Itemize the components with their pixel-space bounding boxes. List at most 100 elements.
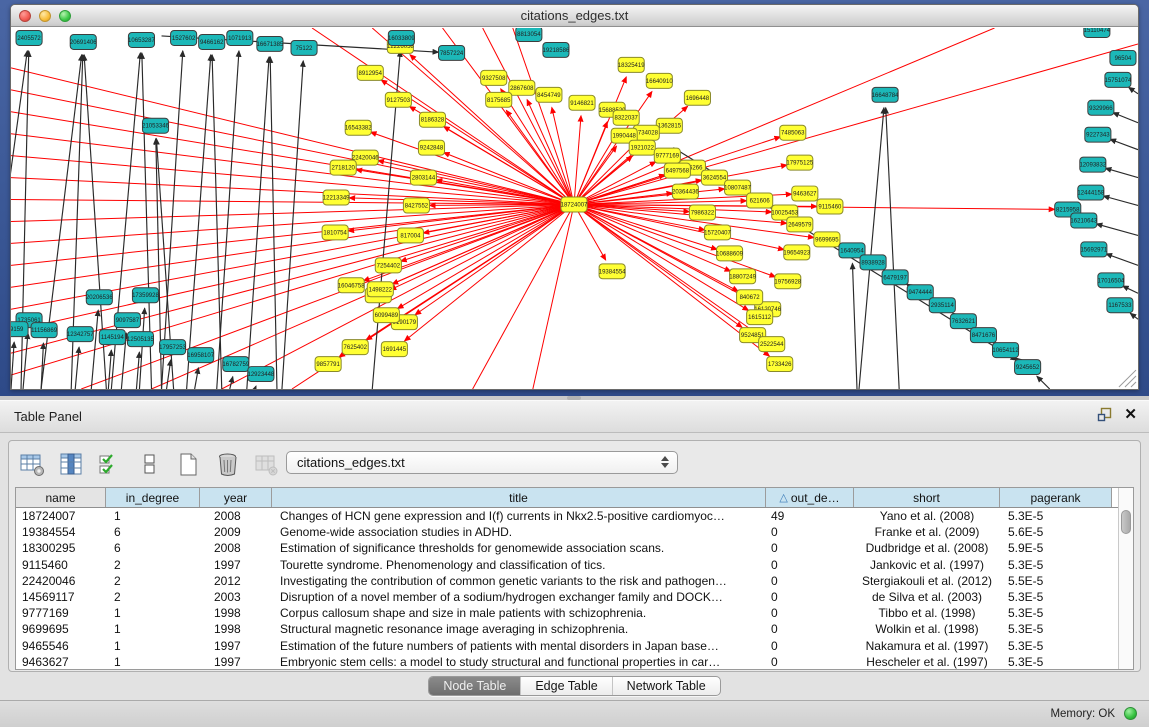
- table-row[interactable]: 946362711997Embryonic stem cells: a mode…: [16, 654, 1133, 670]
- graph-edge: [23, 333, 28, 389]
- column-header-label: year: [224, 491, 247, 505]
- graph-node-label: 1167533: [1108, 303, 1132, 309]
- table-header-row: name in_degree year title△out_de… short pager…: [16, 488, 1133, 508]
- network-view-window: citations_edges.txt 18724007122260588912…: [10, 4, 1139, 390]
- minimize-window-button[interactable]: [39, 10, 51, 22]
- graph-node-label: 1696448: [686, 96, 710, 102]
- resize-grip-icon[interactable]: [1131, 382, 1136, 387]
- dropdown-arrows-icon: [661, 456, 669, 468]
- row-options-icon[interactable]: [136, 451, 162, 477]
- graph-node-label: 8175685: [487, 98, 511, 104]
- graph-node-label: 7254402: [377, 263, 401, 269]
- memory-status-label: Memory: OK: [1050, 708, 1115, 720]
- column-header-indegree[interactable]: in_degree: [106, 488, 200, 507]
- graph-edge: [1123, 286, 1138, 293]
- graph-node-label: 1691445: [383, 347, 407, 353]
- graph-node-label: 16958107: [187, 353, 214, 359]
- table-row[interactable]: 1830029562008Estimation of significance …: [16, 540, 1133, 556]
- table-panel-body: f(x) citations_edges.txt namein_degreeye…: [0, 433, 1149, 700]
- column-header-label: short: [913, 491, 940, 505]
- table-cell-outde: 0: [766, 589, 854, 605]
- column-visibility-icon[interactable]: [58, 451, 84, 477]
- table-cell-pagerank: 5.5E-5: [1000, 573, 1112, 589]
- tab-edge-table[interactable]: Edge Table: [520, 677, 611, 695]
- table-cell-short: Jankovic et al. (1997): [854, 557, 1000, 573]
- graph-node-label: 7485063: [781, 131, 805, 137]
- table-cell-pagerank: 5.9E-5: [1000, 540, 1112, 556]
- graph-node-label: 1615112: [748, 315, 772, 321]
- table-cell-outde: 0: [766, 654, 854, 670]
- window-titlebar[interactable]: citations_edges.txt: [11, 5, 1138, 27]
- table-selector-dropdown[interactable]: citations_edges.txt: [286, 451, 678, 474]
- table-cell-name: 18724007: [16, 508, 106, 524]
- table-row[interactable]: 911546021997Tourette syndrome. Phenomeno…: [16, 557, 1133, 573]
- table-cell-indegree: 1: [106, 638, 200, 654]
- graph-node-label: 1362815: [658, 124, 682, 130]
- table-row[interactable]: 1872400712008Changes of HCN gene express…: [16, 508, 1133, 524]
- table-cell-title: Structural magnetic resonance image aver…: [272, 621, 766, 637]
- graph-node-label: 12342757: [67, 332, 94, 338]
- table-cell-name: 9463627: [16, 654, 106, 670]
- column-header-outde[interactable]: △out_de…: [766, 488, 854, 507]
- graph-node-label: 840672: [740, 295, 761, 301]
- graph-node-label: 9245652: [1016, 365, 1040, 371]
- graph-edge: [371, 132, 574, 204]
- table-cell-title: Estimation of the future numbers of pati…: [272, 638, 766, 654]
- graph-node-label: 20691406: [70, 40, 97, 46]
- scrollbar-thumb[interactable]: [1121, 510, 1131, 534]
- column-header-year[interactable]: year: [200, 488, 272, 507]
- tab-node-table[interactable]: Node Table: [429, 677, 520, 695]
- table-cell-pagerank: 5.6E-5: [1000, 524, 1112, 540]
- network-canvas[interactable]: 1872400712226058891295491275031654338281…: [11, 28, 1138, 389]
- select-columns-icon[interactable]: [97, 451, 123, 477]
- graph-node-label: 1640954: [840, 248, 864, 254]
- table-settings-icon[interactable]: [19, 451, 45, 477]
- float-panel-icon[interactable]: [1097, 407, 1112, 422]
- graph-node-label: 16046758: [338, 283, 365, 289]
- graph-node-label: 1810754: [323, 230, 347, 236]
- table-cell-indegree: 1: [106, 621, 200, 637]
- table-row[interactable]: 969969511998Structural magnetic resonanc…: [16, 621, 1133, 637]
- graph-node-label: 20206536: [86, 295, 113, 301]
- column-header-name[interactable]: name: [16, 488, 106, 507]
- graph-edge: [886, 108, 899, 389]
- column-header-title[interactable]: title: [272, 488, 766, 507]
- tab-network-table[interactable]: Network Table: [612, 677, 720, 695]
- zoom-window-button[interactable]: [59, 10, 71, 22]
- vertical-scrollbar[interactable]: [1118, 488, 1133, 669]
- graph-node-label: 18325419: [618, 63, 645, 69]
- column-header-label: name: [45, 491, 75, 505]
- new-table-icon[interactable]: [175, 451, 201, 477]
- table-cell-year: 2009: [200, 524, 272, 540]
- table-cell-short: Wolkin et al. (1998): [854, 621, 1000, 637]
- table-cell-title: Genome-wide association studies in ADHD.: [272, 524, 766, 540]
- window-title: citations_edges.txt: [11, 5, 1138, 26]
- graph-node-label: 10654112: [992, 348, 1019, 354]
- graph-node-label: 8912954: [359, 71, 383, 77]
- node-table: name in_degree year title△out_de… short pager…: [15, 487, 1134, 670]
- resize-grip-icon[interactable]: [1125, 376, 1136, 387]
- table-row[interactable]: 977716911998Corpus callosum shape and si…: [16, 605, 1133, 621]
- graph-node-label: 8471676: [972, 333, 996, 339]
- table-cell-pagerank: 5.3E-5: [1000, 638, 1112, 654]
- graph-node-label: 15720407: [704, 230, 731, 236]
- column-header-short[interactable]: short: [854, 488, 1000, 507]
- graph-edge: [1096, 224, 1138, 235]
- graph-edge: [1129, 87, 1138, 94]
- graph-edge: [398, 205, 574, 309]
- close-window-button[interactable]: [19, 10, 31, 22]
- graph-node-label: 9329966: [1089, 106, 1113, 112]
- table-cell-name: 9777169: [16, 605, 106, 621]
- table-cell-pagerank: 5.3E-5: [1000, 654, 1112, 670]
- graph-node-label: 15692971: [1080, 247, 1107, 253]
- table-row[interactable]: 1456911722003Disruption of a novel membe…: [16, 589, 1133, 605]
- table-row[interactable]: 946554611997Estimation of the future num…: [16, 638, 1133, 654]
- table-row[interactable]: 1938455462009Genome-wide association stu…: [16, 524, 1133, 540]
- delete-table-icon[interactable]: [214, 451, 240, 477]
- network-graph-svg[interactable]: 1872400712226058891295491275031654338281…: [11, 28, 1138, 389]
- table-cell-pagerank: 5.3E-5: [1000, 508, 1112, 524]
- table-cell-short: de Silva et al. (2003): [854, 589, 1000, 605]
- column-header-pagerank[interactable]: pagerank: [1000, 488, 1112, 507]
- table-cell-year: 1997: [200, 557, 272, 573]
- table-row[interactable]: 2242004622012Investigating the contribut…: [16, 573, 1133, 589]
